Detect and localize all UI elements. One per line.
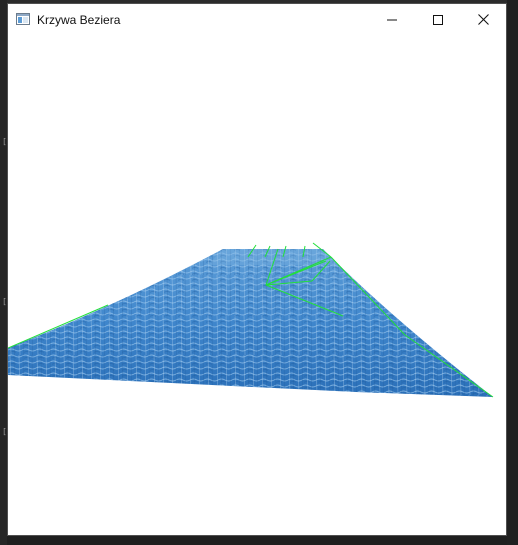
desktop-edge-marker: [	[2, 297, 7, 306]
render-canvas[interactable]	[8, 35, 506, 535]
maximize-button[interactable]	[415, 4, 461, 35]
maximize-icon	[433, 14, 443, 25]
close-button[interactable]	[461, 4, 506, 35]
desktop-background-left	[0, 0, 7, 545]
title-bar[interactable]: Krzywa Beziera	[8, 4, 506, 35]
desktop-background-right	[507, 0, 518, 545]
desktop-edge-marker: [	[2, 137, 7, 146]
desktop-edge-marker: [	[2, 427, 7, 436]
window-title: Krzywa Beziera	[37, 13, 121, 27]
app-window-icon	[16, 13, 30, 25]
water-surface	[8, 249, 493, 397]
minimize-button[interactable]	[369, 4, 415, 35]
bezier-surface-scene	[8, 242, 494, 398]
app-window: Krzywa Beziera	[7, 3, 507, 536]
close-icon	[478, 14, 489, 25]
minimize-icon	[387, 19, 397, 20]
